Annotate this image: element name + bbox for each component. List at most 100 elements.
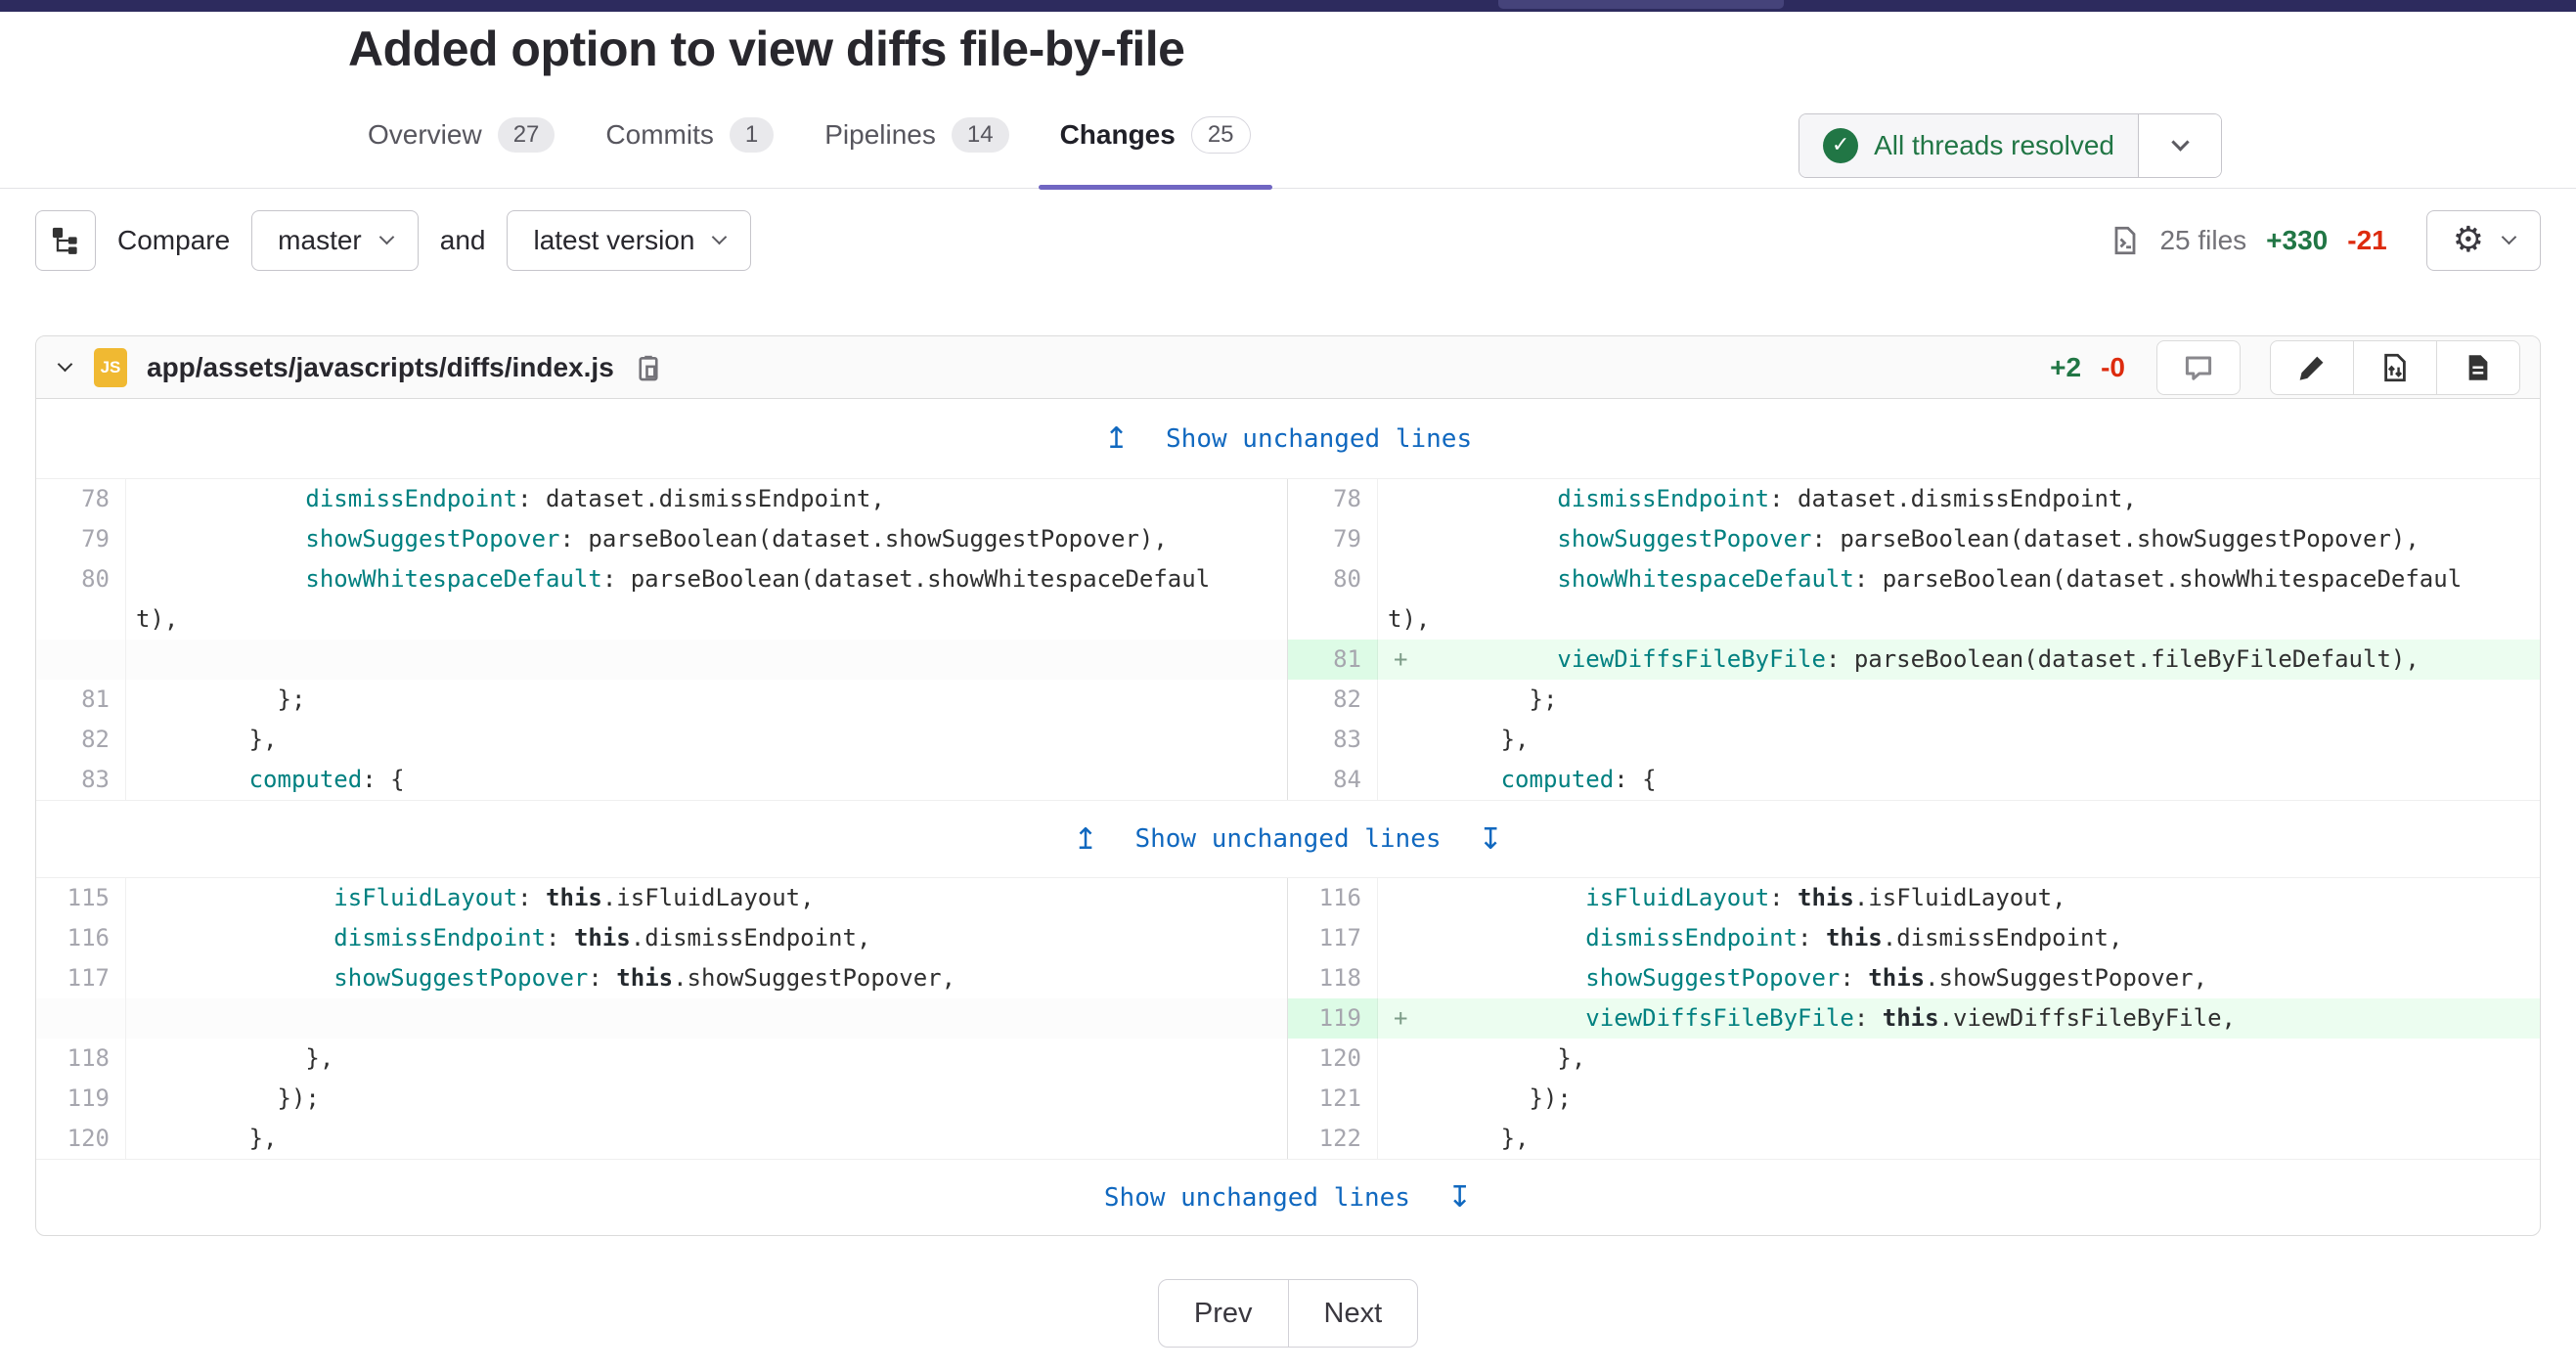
line-number[interactable]: 82: [36, 720, 126, 760]
line-number[interactable]: 119: [1288, 998, 1378, 1039]
diff-row: 118 showSuggestPopover: this.showSuggest…: [1288, 958, 2540, 998]
line-number[interactable]: 81: [36, 680, 126, 720]
toggle-comments-button[interactable]: [2156, 340, 2241, 395]
line-number[interactable]: 83: [1288, 720, 1378, 760]
line-number[interactable]: 117: [36, 958, 126, 998]
expand-up-icon[interactable]: ↥: [1073, 822, 1097, 857]
file-tree-toggle-button[interactable]: [35, 210, 96, 271]
code-token: showSuggestPopover: [1585, 964, 1840, 992]
code-token: this: [1883, 1004, 1939, 1032]
diff-row: 117 dismissEndpoint: this.dismissEndpoin…: [1288, 918, 2540, 958]
target-version-dropdown[interactable]: latest version: [507, 210, 751, 271]
diff-pane-old: 115 isFluidLayout: this.isFluidLayout,11…: [36, 878, 1288, 1159]
diff-hunk: 115 isFluidLayout: this.isFluidLayout,11…: [36, 878, 2540, 1159]
source-branch-dropdown[interactable]: master: [251, 210, 419, 271]
line-number[interactable]: 118: [1288, 958, 1378, 998]
tab-overview[interactable]: Overview27: [342, 82, 580, 188]
code-line: showSuggestPopover: parseBoolean(dataset…: [126, 519, 1287, 559]
line-number[interactable]: 79: [36, 519, 126, 559]
diff-row: 84 computed: {: [1288, 760, 2540, 800]
code-line: dismissEndpoint: dataset.dismissEndpoint…: [1378, 479, 2540, 519]
diff-row: 120 },: [1288, 1039, 2540, 1079]
line-number[interactable]: 84: [1288, 760, 1378, 800]
tab-count-badge: 25: [1191, 116, 1251, 154]
tab-label: Changes: [1060, 119, 1176, 151]
code-token: viewDiffsFileByFile: [1585, 1004, 1854, 1032]
diff-file-card: JS app/assets/javascripts/diffs/index.js…: [35, 335, 2541, 1236]
code-token: [136, 525, 305, 553]
line-number[interactable]: 117: [1288, 918, 1378, 958]
file-arrows-icon: [2380, 353, 2410, 382]
code-line: },: [1378, 720, 2540, 760]
code-token: });: [136, 1084, 320, 1112]
navbar-search-field[interactable]: [1498, 0, 1784, 9]
file-collapse-button[interactable]: [56, 366, 74, 370]
code-line: [126, 640, 1287, 680]
line-number[interactable]: 116: [36, 918, 126, 958]
line-number[interactable]: 120: [1288, 1039, 1378, 1079]
line-number[interactable]: 115: [36, 878, 126, 918]
line-number[interactable]: 83: [36, 760, 126, 800]
file-path[interactable]: app/assets/javascripts/diffs/index.js: [147, 352, 614, 383]
code-line: isFluidLayout: this.isFluidLayout,: [1378, 878, 2540, 918]
tab-commits[interactable]: Commits1: [580, 82, 799, 188]
line-number[interactable]: 80: [1288, 559, 1378, 640]
code-line: });: [1378, 1079, 2540, 1119]
files-count: 25 files: [2159, 225, 2246, 256]
line-number[interactable]: 78: [36, 479, 126, 519]
code-token: :: [588, 964, 616, 992]
code-token: dismissEndpoint: [305, 485, 517, 512]
code-line: + viewDiffsFileByFile: parseBoolean(data…: [1378, 640, 2540, 680]
code-token: this: [616, 964, 673, 992]
tab-changes[interactable]: Changes 25: [1035, 82, 1276, 188]
edit-file-button[interactable]: [2270, 340, 2354, 395]
threads-resolved-main[interactable]: ✓ All threads resolved: [1799, 114, 2139, 177]
line-number[interactable]: 81: [1288, 640, 1378, 680]
line-number[interactable]: 121: [1288, 1079, 1378, 1119]
file-actions-group: [2270, 340, 2520, 395]
view-file-button[interactable]: [2436, 340, 2520, 395]
line-number[interactable]: 116: [1288, 878, 1378, 918]
show-unchanged-link[interactable]: Show unchanged lines: [1166, 424, 1472, 454]
code-line: showWhitespaceDefault: parseBoolean(data…: [1378, 559, 2540, 640]
replace-file-button[interactable]: [2353, 340, 2437, 395]
copy-path-button[interactable]: [634, 353, 663, 382]
compare-toolbar: Compare master and latest version 25 fil…: [35, 210, 2541, 271]
line-number[interactable]: 79: [1288, 519, 1378, 559]
chevron-down-icon: [2502, 230, 2517, 245]
code-token: .isFluidLayout,: [1854, 884, 2066, 911]
diff-row: 120 },: [36, 1119, 1287, 1159]
code-token: : {: [362, 766, 404, 793]
show-unchanged-link[interactable]: Show unchanged lines: [1104, 1183, 1410, 1213]
threads-resolved-label: All threads resolved: [1874, 130, 2114, 161]
line-number[interactable]: 82: [1288, 680, 1378, 720]
code-token: computed: [249, 766, 363, 793]
line-number[interactable]: 119: [36, 1079, 126, 1119]
code-token: [136, 884, 333, 911]
code-token: isFluidLayout: [1585, 884, 1769, 911]
expand-up-icon[interactable]: ↥: [1104, 421, 1129, 456]
tab-pipelines[interactable]: Pipelines14: [799, 82, 1034, 188]
line-number[interactable]: 80: [36, 559, 126, 640]
expand-down-icon[interactable]: ↧: [1479, 822, 1503, 857]
code-token: : parseBoolean(dataset.showSuggestPopove…: [1811, 525, 2419, 553]
code-token: },: [1388, 1044, 1585, 1072]
line-number[interactable]: 122: [1288, 1119, 1378, 1159]
threads-dropdown-toggle[interactable]: [2139, 114, 2221, 177]
code-token: this: [1798, 884, 1854, 911]
show-unchanged-link[interactable]: Show unchanged lines: [1134, 824, 1441, 854]
pencil-icon: [2297, 353, 2327, 382]
line-number[interactable]: 120: [36, 1119, 126, 1159]
line-number[interactable]: 118: [36, 1039, 126, 1079]
diff-pane-new: 116 isFluidLayout: this.isFluidLayout,11…: [1288, 878, 2540, 1159]
next-button[interactable]: Next: [1288, 1279, 1419, 1348]
page-title: Added option to view diffs file-by-file: [348, 18, 2576, 80]
expand-down-icon[interactable]: ↧: [1447, 1180, 1472, 1215]
file-pagination: Prev Next: [0, 1279, 2576, 1348]
code-token: showSuggestPopover: [305, 525, 559, 553]
diff-settings-button[interactable]: ⚙: [2426, 210, 2541, 271]
code-token: [1388, 565, 1557, 593]
line-number[interactable]: 78: [1288, 479, 1378, 519]
prev-button[interactable]: Prev: [1158, 1279, 1289, 1348]
code-token: .dismissEndpoint,: [631, 924, 871, 951]
